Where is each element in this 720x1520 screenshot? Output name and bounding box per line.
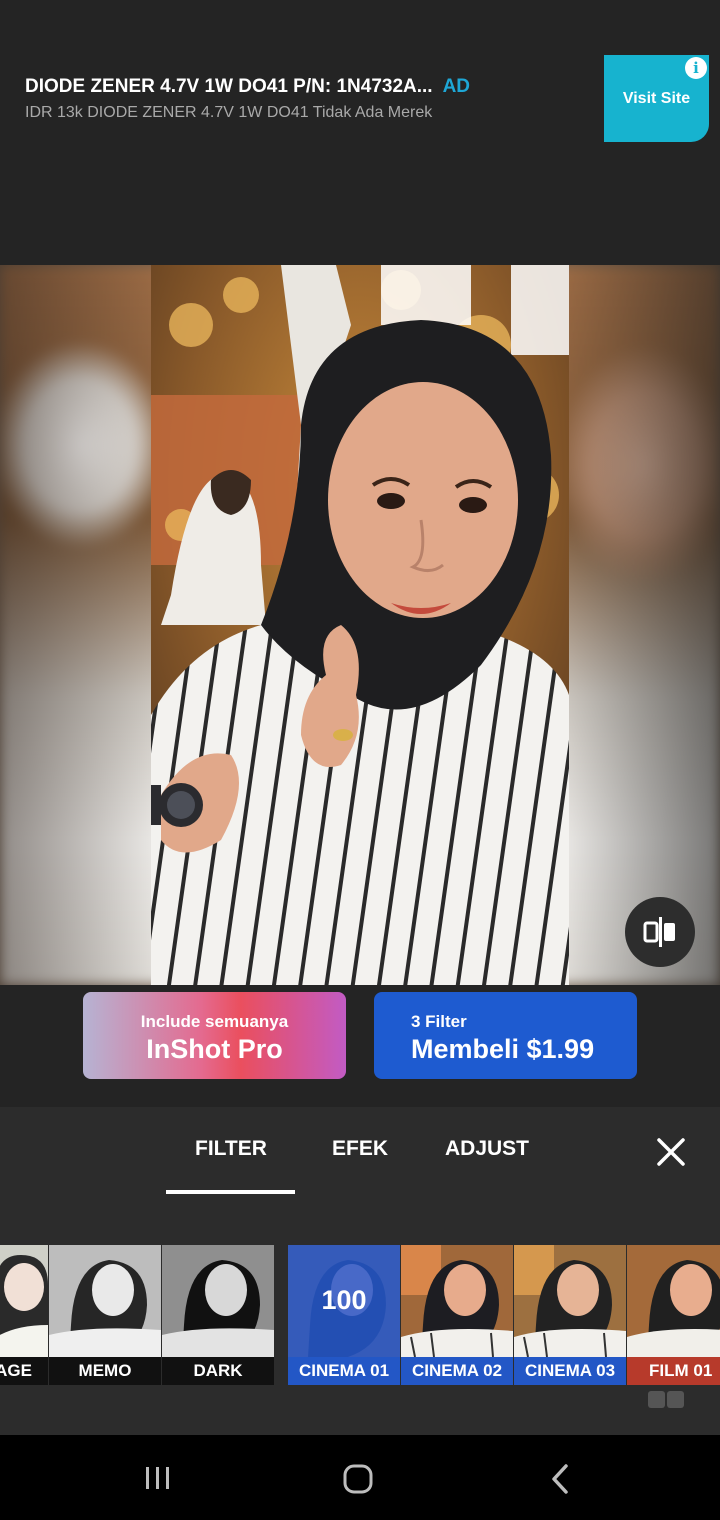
filter-label: DARK	[162, 1357, 274, 1385]
pro-subtitle: Include semuanya	[140, 1012, 289, 1031]
filter-thumb	[0, 1245, 48, 1357]
filter-thumb	[627, 1245, 720, 1357]
ad-info-icon[interactable]: i	[685, 57, 707, 79]
compare-icon	[643, 917, 675, 947]
inshot-pro-button[interactable]: Include semuanya InShot Pro	[83, 992, 346, 1079]
close-button[interactable]	[652, 1133, 690, 1171]
photo-preview	[0, 265, 720, 985]
tab-bar: FILTER EFEK ADJUST	[0, 1107, 720, 1199]
filter-thumb	[49, 1245, 161, 1357]
buy-subtitle: 3 Filter	[411, 1012, 467, 1031]
filter-label: AGE	[0, 1357, 48, 1385]
filter-tile-cinema-03[interactable]: CINEMA 03	[514, 1245, 626, 1385]
filter-label: CINEMA 01	[288, 1357, 400, 1385]
filter-thumb	[514, 1245, 626, 1357]
tab-filter[interactable]: FILTER	[195, 1137, 267, 1161]
indicator-square	[667, 1391, 684, 1408]
buy-price: Membeli $1.99	[411, 1034, 595, 1064]
system-navigation-bar	[0, 1435, 720, 1520]
edited-photo[interactable]	[151, 265, 569, 985]
filter-tile-dark[interactable]: DARK	[162, 1245, 274, 1385]
ad-badge: AD	[442, 76, 471, 97]
back-icon[interactable]	[548, 1463, 572, 1495]
close-icon	[657, 1138, 685, 1166]
ad-title[interactable]: DIODE ZENER 4.7V 1W DO41 P/N: 1N4732A...…	[25, 76, 470, 98]
pro-title: InShot Pro	[146, 1034, 283, 1064]
tab-adjust[interactable]: ADJUST	[445, 1137, 529, 1161]
buy-filters-button[interactable]: 3 Filter Membeli $1.99	[374, 992, 637, 1079]
ad-title-text[interactable]: DIODE ZENER 4.7V 1W DO41 P/N: 1N4732A...	[25, 76, 433, 97]
blur-shade-left	[0, 265, 150, 985]
photo-illustration	[151, 265, 569, 985]
home-icon[interactable]	[342, 1463, 374, 1495]
filter-label: CINEMA 02	[401, 1357, 513, 1385]
filter-label: FILM 01	[627, 1357, 720, 1385]
filter-tile-memo[interactable]: MEMO	[49, 1245, 161, 1385]
indicator-square	[648, 1391, 665, 1408]
filter-thumb	[162, 1245, 274, 1357]
pro-filter-indicator	[648, 1391, 686, 1413]
purchase-bar: Include semuanya InShot Pro 3 Filter Mem…	[0, 985, 720, 1107]
filter-label: CINEMA 03	[514, 1357, 626, 1385]
filter-strip[interactable]: AGE MEMO DARK 100 CINEMA 01 CINEMA 02 CI…	[0, 1199, 720, 1435]
filter-tile-film-01[interactable]: FILM 01	[627, 1245, 720, 1385]
filter-label: MEMO	[49, 1357, 161, 1385]
blur-shade-right	[568, 265, 720, 985]
visit-site-label: Visit Site	[622, 89, 691, 107]
tab-efek[interactable]: EFEK	[332, 1137, 388, 1161]
active-tab-indicator	[166, 1190, 295, 1194]
filter-thumb	[401, 1245, 513, 1357]
filter-strength: 100	[321, 1285, 367, 1315]
filter-tile-age[interactable]: AGE	[0, 1245, 48, 1385]
filter-tile-cinema-01-selected[interactable]: 100 CINEMA 01	[288, 1245, 400, 1385]
recent-apps-icon[interactable]	[143, 1463, 173, 1493]
visit-site-button[interactable]: Visit Site i	[604, 55, 709, 142]
ad-subtitle: IDR 13k DIODE ZENER 4.7V 1W DO41 Tidak A…	[25, 104, 433, 121]
compare-button[interactable]	[625, 897, 695, 967]
ad-banner[interactable]: DIODE ZENER 4.7V 1W DO41 P/N: 1N4732A...…	[0, 0, 720, 265]
filter-tile-cinema-02[interactable]: CINEMA 02	[401, 1245, 513, 1385]
